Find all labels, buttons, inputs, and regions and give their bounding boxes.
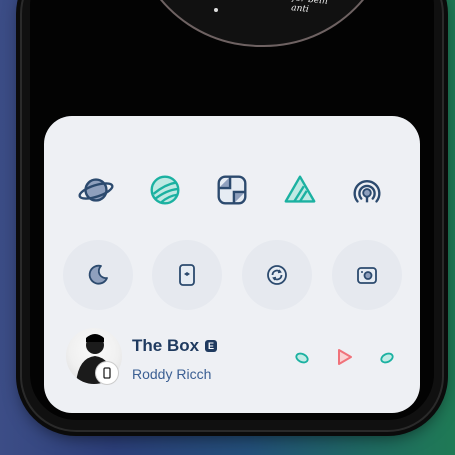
moon-icon [88,264,108,285]
broadcast-app-button[interactable] [345,168,389,212]
dark-mode-toggle[interactable] [63,240,133,310]
camera-toggle[interactable] [332,240,402,310]
broadcast-icon [353,179,381,203]
artist-name: Roddy Ricch [132,366,212,382]
control-center-panel: The Box E Roddy Ricch [44,116,420,413]
device-badge [96,362,118,384]
track-title: The Box [132,336,200,355]
camera-icon [357,267,377,284]
previous-icon [295,352,309,364]
phone-screen-icon [179,264,195,286]
rotation-lock-toggle[interactable] [242,240,312,310]
striped-globe-icon [150,175,180,205]
triangle-app-button[interactable] [278,168,322,212]
phone-device-icon [103,367,111,379]
vinyl-dot [214,8,218,12]
globe-app-button[interactable] [143,168,187,212]
play-button[interactable] [334,347,354,367]
tile-app-button[interactable] [210,168,254,212]
explicit-badge: E [205,340,218,352]
album-vinyl-art [130,0,394,47]
screen-mirror-toggle[interactable] [152,240,222,310]
next-button[interactable] [379,350,395,366]
now-playing-widget[interactable]: The Box E Roddy Ricch [66,328,406,392]
track-title-row: The Box E [132,336,218,356]
planet-icon [78,178,114,202]
next-icon [380,352,394,364]
rotate-icon [267,265,287,285]
triangle-stack-icon [284,175,316,203]
planet-app-button[interactable] [74,168,118,212]
previous-button[interactable] [294,350,310,366]
tile-app-icon [217,175,247,205]
play-icon [338,349,352,365]
